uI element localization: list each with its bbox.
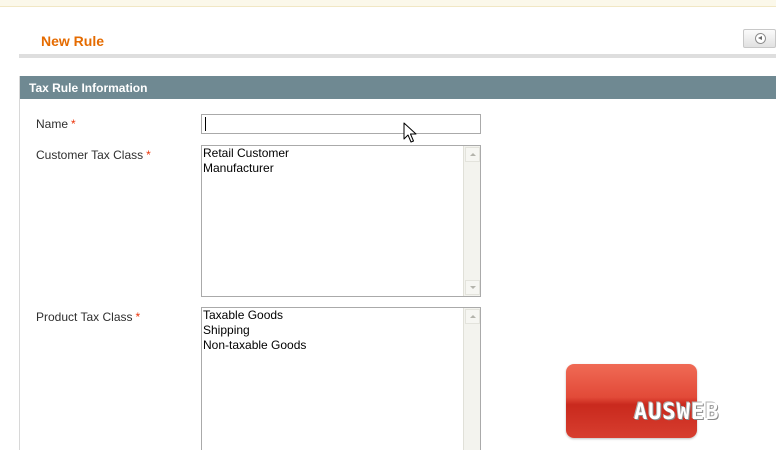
product-tax-class-multiselect[interactable]: Taxable Goods Shipping Non-taxable Goods: [201, 307, 481, 450]
customer-tax-class-options: Retail Customer Manufacturer: [202, 146, 463, 296]
vertical-scrollbar[interactable]: [463, 308, 480, 450]
required-mark: *: [135, 310, 141, 324]
ausweb-watermark-logo: AUSWEB: [566, 364, 762, 438]
scroll-up-arrow-icon[interactable]: [465, 147, 480, 162]
product-tax-class-label-text: Product Tax Class: [36, 310, 133, 324]
option-shipping[interactable]: Shipping: [202, 323, 463, 338]
text-caret: [205, 117, 206, 131]
customer-tax-class-label-text: Customer Tax Class: [36, 148, 144, 162]
section-title: Tax Rule Information: [29, 81, 148, 95]
back-button[interactable]: [743, 29, 776, 48]
name-label-text: Name: [36, 117, 69, 131]
customer-tax-class-label: Customer Tax Class *: [36, 148, 151, 162]
name-input[interactable]: [201, 114, 481, 134]
page-title: New Rule: [41, 33, 105, 49]
option-taxable-goods[interactable]: Taxable Goods: [202, 308, 463, 323]
vertical-scrollbar[interactable]: [463, 146, 480, 296]
mouse-pointer-icon: [403, 122, 417, 143]
top-notification-strip: [0, 0, 776, 7]
required-mark: *: [146, 148, 151, 162]
product-tax-class-label: Product Tax Class *: [36, 310, 140, 324]
circle-arrow-left-icon: [755, 33, 766, 44]
option-retail-customer[interactable]: Retail Customer: [202, 146, 463, 161]
logo-text: AUSWEB: [634, 400, 720, 425]
product-tax-class-options: Taxable Goods Shipping Non-taxable Goods: [202, 308, 463, 450]
section-header: Tax Rule Information: [20, 76, 776, 99]
option-non-taxable-goods[interactable]: Non-taxable Goods: [202, 338, 463, 353]
page-header: New Rule: [19, 28, 776, 58]
scroll-up-arrow-icon[interactable]: [465, 309, 480, 324]
scroll-down-arrow-icon[interactable]: [465, 280, 480, 295]
option-manufacturer[interactable]: Manufacturer: [202, 161, 463, 176]
name-label: Name *: [36, 117, 76, 131]
required-mark: *: [71, 117, 76, 131]
customer-tax-class-multiselect[interactable]: Retail Customer Manufacturer: [201, 145, 481, 297]
